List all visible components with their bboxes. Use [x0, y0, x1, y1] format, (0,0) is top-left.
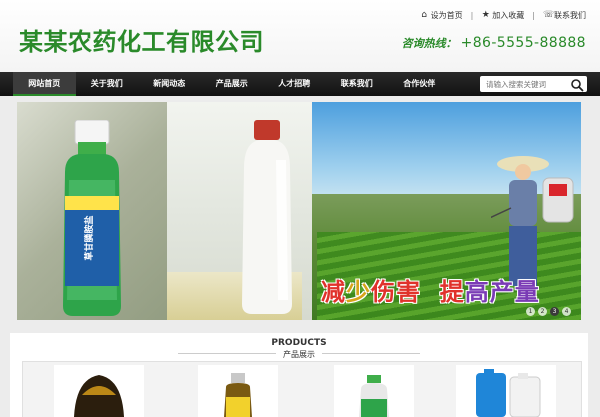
search-input[interactable]	[480, 76, 568, 92]
slogan-part: 减	[321, 278, 346, 306]
slide-dot-active[interactable]: 3	[550, 307, 559, 316]
slogan-part: 伤害	[371, 278, 421, 306]
svg-text:草甘膦胺盐: 草甘膦胺盐	[83, 215, 95, 260]
slide-dot[interactable]: 2	[538, 307, 547, 316]
nav-item-partners[interactable]: 合作伙伴	[388, 72, 451, 96]
search-button[interactable]	[570, 77, 584, 92]
products-section: PRODUCTS 产品展示	[10, 333, 588, 417]
add-favorite-label: 加入收藏	[492, 11, 525, 20]
products-title-cn: 产品展示	[283, 350, 315, 359]
nav-item-about[interactable]: 关于我们	[76, 72, 139, 96]
divider: |	[470, 11, 474, 20]
header: 某某农药化工有限公司 ⌂ 设为首页 | ★ 加入收藏 | ☏ 联系我们 咨询热线…	[0, 0, 600, 72]
contact-us-label: 联系我们	[554, 11, 586, 20]
search-box	[480, 76, 587, 92]
nav-item-home[interactable]: 网站首页	[13, 72, 76, 96]
slogan-part: 提	[439, 278, 465, 306]
star-icon: ★	[481, 10, 490, 20]
product-card[interactable]	[54, 365, 144, 417]
nav-item-products[interactable]: 产品展示	[201, 72, 264, 96]
hero-banner[interactable]: 草甘膦胺盐 减少伤害 提高产量 1 2 3 4	[17, 102, 581, 320]
home-icon: ⌂	[421, 10, 427, 20]
slide-dot[interactable]: 4	[562, 307, 571, 316]
set-homepage-label: 设为首页	[430, 11, 463, 20]
product-card[interactable]	[456, 365, 556, 417]
slogan-part: 少	[346, 278, 371, 306]
contact-us-link[interactable]: ☏ 联系我们	[543, 10, 586, 21]
add-favorite-link[interactable]: ★ 加入收藏	[481, 10, 525, 21]
hotline: 咨询热线： +86-5555-88888	[402, 35, 586, 51]
set-homepage-link[interactable]: ⌂ 设为首页	[420, 10, 463, 21]
product-image-dark-powder	[74, 375, 124, 417]
nav-item-contact[interactable]: 联系我们	[326, 72, 389, 96]
product-image-green-bottle	[359, 375, 389, 417]
slogan-part: 高	[464, 278, 490, 306]
green-bottle-image: 草甘膦胺盐	[63, 120, 121, 316]
phone-icon: ☏	[543, 10, 555, 20]
products-title-en: PRODUCTS	[271, 338, 327, 348]
divider: |	[532, 11, 535, 20]
hotline-label: 咨询热线：	[401, 37, 457, 50]
company-logo-text[interactable]: 某某农药化工有限公司	[19, 22, 264, 57]
slogan-part: 产量	[489, 278, 540, 306]
nav-item-news[interactable]: 新闻动态	[138, 72, 201, 96]
slide-dot[interactable]: 1	[526, 307, 535, 316]
product-card[interactable]	[198, 365, 278, 417]
top-links: ⌂ 设为首页 | ★ 加入收藏 | ☏ 联系我们	[420, 10, 586, 21]
slide-indicators: 1 2 3 4	[526, 307, 571, 316]
nav-items: 网站首页 关于我们 新闻动态 产品展示 人才招聘 联系我们 合作伙伴	[13, 72, 451, 96]
slogan-gap	[421, 278, 440, 306]
product-image-yellow-bottle	[224, 373, 252, 417]
banner-slogan: 减少伤害 提高产量	[321, 272, 540, 307]
hotline-number: +86-5555-88888	[460, 35, 586, 51]
product-card[interactable]	[334, 365, 414, 417]
product-image-jerrycans	[476, 369, 541, 417]
white-bottle-image	[242, 120, 292, 314]
search-icon	[571, 79, 584, 92]
nav-item-jobs[interactable]: 人才招聘	[263, 72, 326, 96]
